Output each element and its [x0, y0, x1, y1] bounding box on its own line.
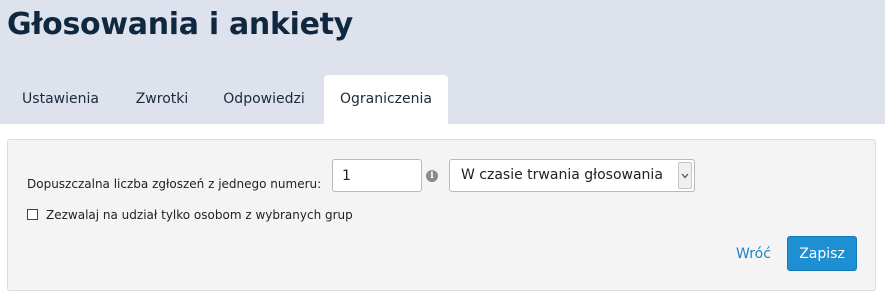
tab-odpowiedzi[interactable]: Odpowiedzi	[210, 75, 318, 124]
tab-ustawienia[interactable]: Ustawienia	[7, 75, 114, 124]
page-header: Głosowania i ankiety Ustawienia Zwrotki …	[0, 0, 885, 124]
chevron-down-icon	[678, 162, 692, 189]
tab-zwrotki[interactable]: Zwrotki	[122, 75, 202, 124]
info-circle-icon[interactable]: i	[426, 170, 438, 182]
restrictions-panel: Dopuszczalna liczba zgłoszeń z jednego n…	[7, 139, 876, 291]
page-title: Głosowania i ankiety	[7, 7, 353, 42]
limit-period-value: W czasie trwania głosowania	[461, 167, 663, 183]
submission-limit-label: Dopuszczalna liczba zgłoszeń z jednego n…	[27, 177, 322, 191]
groups-only-label: Zezwalaj na udział tylko osobom z wybran…	[46, 208, 353, 222]
submission-limit-input[interactable]	[332, 159, 422, 192]
limit-period-select[interactable]: W czasie trwania głosowania	[449, 159, 695, 192]
tab-ograniczenia[interactable]: Ograniczenia	[324, 75, 448, 124]
groups-only-checkbox[interactable]	[27, 209, 38, 220]
save-button[interactable]: Zapisz	[787, 236, 857, 271]
back-link[interactable]: Wróć	[736, 245, 771, 263]
